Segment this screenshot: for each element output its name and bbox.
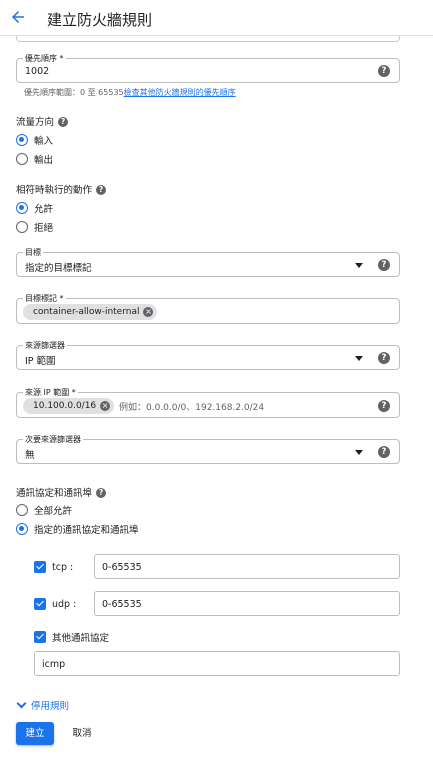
help-icon[interactable]: ?	[378, 259, 390, 271]
radio-label: 允許	[34, 204, 54, 215]
target-select[interactable]: 目標 指定的目標標記 ?	[16, 247, 400, 277]
radio-button[interactable]	[16, 153, 28, 165]
radio-label: 拒絕	[34, 223, 54, 234]
help-icon[interactable]: ?	[58, 117, 69, 127]
radio-label: 輸出	[34, 155, 54, 166]
udp-label: udp :	[52, 598, 77, 610]
header-bar: 建立防火牆規則	[0, 0, 433, 36]
target-tags-field[interactable]: 目標標記 * container-allow-internal ×	[16, 293, 400, 324]
tcp-checkbox[interactable]	[34, 561, 46, 573]
second-filter-label: 次要來源篩選器	[23, 434, 83, 445]
source-filter-select[interactable]: 來源篩選器 IP 範圍 ?	[16, 340, 400, 370]
udp-checkbox[interactable]	[34, 598, 46, 610]
disable-rule-toggle[interactable]: 停用規則	[16, 698, 69, 712]
radio-label: 全部允許	[34, 506, 73, 517]
radio-label: 指定的通訊協定和通訊埠	[34, 525, 139, 536]
help-icon[interactable]: ?	[96, 185, 107, 195]
protocols-title-text: 通訊協定和通訊埠	[16, 488, 93, 499]
direction-title: 流量方向?	[16, 114, 69, 128]
protocols-title: 通訊協定和通訊埠?	[16, 485, 107, 499]
other-protocols-input[interactable]: icmp	[34, 651, 400, 676]
help-icon[interactable]: ?	[378, 352, 390, 364]
radio-ingress[interactable]: 輸入	[16, 133, 53, 147]
action-title-text: 相符時執行的動作	[16, 185, 93, 196]
source-ip-field[interactable]: 來源 IP 範圍 * 10.100.0.0/16 × 例如：0.0.0.0/0、…	[16, 387, 400, 418]
cancel-button[interactable]: 取消	[64, 722, 100, 745]
source-ip-label: 來源 IP 範圍 *	[23, 387, 78, 398]
help-icon[interactable]: ?	[378, 446, 390, 458]
dropdown-arrow-icon[interactable]	[355, 263, 363, 268]
radio-button[interactable]	[16, 202, 28, 214]
udp-ports-value: 0-65535	[102, 599, 142, 610]
source-ip-placeholder: 例如：0.0.0.0/0、192.168.2.0/24	[119, 403, 265, 413]
radio-button[interactable]	[16, 504, 28, 516]
remove-chip-icon[interactable]: ×	[143, 307, 154, 317]
remove-chip-icon[interactable]: ×	[100, 401, 111, 411]
dropdown-arrow-icon[interactable]	[355, 450, 363, 455]
tcp-ports-value: 0-65535	[102, 562, 142, 573]
direction-title-text: 流量方向	[16, 117, 55, 128]
other-protocols-value: icmp	[42, 659, 66, 670]
action-title: 相符時執行的動作?	[16, 182, 107, 196]
tcp-label: tcp :	[52, 561, 74, 573]
disable-rule-label: 停用規則	[31, 701, 70, 712]
other-protocols-label: 其他通訊協定	[52, 633, 110, 644]
priority-field[interactable]: 優先順序 * 1002 ?	[16, 53, 400, 83]
radio-allow-all[interactable]: 全部允許	[16, 503, 72, 517]
udp-checkbox-row[interactable]: udp :	[34, 597, 76, 611]
second-filter-select[interactable]: 次要來源篩選器 無 ?	[16, 434, 400, 464]
priority-hint: 優先順序範圍：0 至 65535檢查其他防火牆規則的優先順序	[24, 87, 236, 98]
priority-label: 優先順序 *	[23, 53, 66, 64]
previous-field-edge	[16, 36, 400, 42]
radio-allow[interactable]: 允許	[16, 201, 53, 215]
priority-hint-link[interactable]: 檢查其他防火牆規則的優先順序	[124, 88, 236, 97]
second-filter-value: 無	[25, 450, 35, 461]
radio-button[interactable]	[16, 221, 28, 233]
ip-chip-label: 10.100.0.0/16	[33, 401, 97, 411]
tag-chip-label: container-allow-internal	[33, 307, 140, 317]
radio-label: 輸入	[34, 136, 54, 147]
help-icon[interactable]: ?	[378, 65, 390, 77]
tcp-ports-input[interactable]: 0-65535	[94, 554, 400, 579]
source-filter-label: 來源篩選器	[23, 340, 67, 351]
source-filter-value: IP 範圍	[25, 356, 56, 367]
target-value: 指定的目標標記	[25, 263, 92, 274]
tcp-checkbox-row[interactable]: tcp :	[34, 560, 73, 574]
other-protocols-row[interactable]: 其他通訊協定	[34, 630, 109, 644]
create-button[interactable]: 建立	[16, 722, 54, 745]
target-label: 目標	[23, 247, 43, 258]
chevron-down-icon	[16, 698, 27, 709]
tag-chip: container-allow-internal ×	[23, 304, 158, 320]
back-arrow-icon[interactable]	[9, 8, 27, 26]
udp-ports-input[interactable]: 0-65535	[94, 591, 400, 616]
help-icon[interactable]: ?	[378, 400, 390, 412]
radio-button[interactable]	[16, 134, 28, 146]
radio-egress[interactable]: 輸出	[16, 152, 53, 166]
priority-hint-text: 優先順序範圍：0 至 65535	[24, 88, 124, 97]
page-title: 建立防火牆規則	[47, 11, 153, 29]
help-icon[interactable]: ?	[96, 488, 107, 498]
radio-specified[interactable]: 指定的通訊協定和通訊埠	[16, 522, 139, 536]
dropdown-arrow-icon[interactable]	[355, 356, 363, 361]
ip-chip: 10.100.0.0/16 ×	[23, 398, 115, 414]
other-protocols-checkbox[interactable]	[34, 631, 46, 643]
radio-button[interactable]	[16, 523, 28, 535]
radio-deny[interactable]: 拒絕	[16, 220, 53, 234]
target-tags-label: 目標標記 *	[23, 293, 66, 304]
priority-value: 1002	[25, 66, 50, 77]
